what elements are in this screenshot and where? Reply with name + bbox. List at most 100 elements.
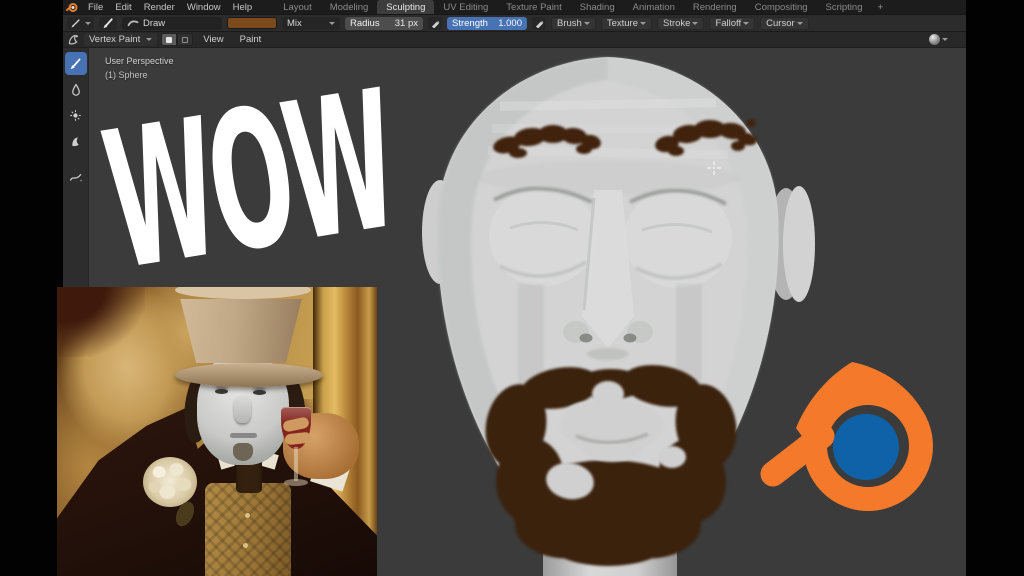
photo-mouth	[230, 433, 257, 438]
photo-vest	[205, 483, 291, 576]
tool-annotate-icon	[69, 171, 83, 183]
viewport-shading-dropdown[interactable]	[929, 34, 948, 45]
photo-top-hat	[175, 287, 323, 371]
strength-label: Strength	[452, 18, 488, 29]
menu-window[interactable]: Window	[181, 2, 227, 13]
strength-pressure-toggle[interactable]	[532, 17, 546, 30]
chevron-down-icon	[743, 22, 749, 25]
tab-texture-paint[interactable]: Texture Paint	[497, 0, 570, 14]
chevron-down-icon	[797, 22, 803, 25]
brush-stroke-icon	[127, 18, 139, 28]
tool-average-icon	[69, 109, 82, 122]
menu-help[interactable]: Help	[227, 2, 259, 13]
active-tool-button[interactable]	[67, 17, 94, 30]
texture-panel-label: Texture	[607, 18, 638, 29]
photo-boutonniere-flower	[143, 457, 197, 507]
strength-value: 1.000	[498, 18, 522, 29]
brush-color-swatch[interactable]	[227, 17, 277, 29]
tab-compositing[interactable]: Compositing	[746, 0, 817, 14]
brush-name-label: Draw	[143, 18, 165, 29]
stroke-panel-button[interactable]: Stroke	[657, 17, 704, 30]
brush-preview-button[interactable]	[99, 17, 117, 30]
tool-smear-button[interactable]	[65, 130, 87, 153]
tool-smear-icon	[69, 135, 82, 148]
menu-edit[interactable]: Edit	[109, 2, 137, 13]
brush-datablock-field[interactable]: Draw	[122, 17, 222, 30]
radius-label: Radius	[350, 18, 380, 29]
tab-sculpting[interactable]: Sculpting	[377, 0, 434, 14]
letterbox-right	[966, 0, 1024, 576]
blend-mode-label: Mix	[287, 18, 302, 29]
photo-hat-brim	[175, 363, 323, 387]
photo-eye-right	[253, 390, 266, 395]
photo-goatee	[233, 443, 253, 461]
tab-shading[interactable]: Shading	[571, 0, 624, 14]
menu-view[interactable]: View	[197, 34, 229, 45]
blender-logo-eye	[833, 414, 899, 480]
radius-value: 31 px	[395, 18, 418, 29]
pressure-icon	[535, 19, 544, 28]
texture-panel-button[interactable]: Texture	[601, 17, 652, 30]
tool-draw-button[interactable]	[65, 52, 87, 75]
falloff-panel-button[interactable]: Falloff	[709, 17, 755, 30]
chevron-down-icon	[146, 38, 152, 41]
overlay-object-label: (1) Sphere	[105, 68, 174, 82]
radius-slider[interactable]: Radius 31 px	[345, 17, 423, 30]
face-mask-toggle[interactable]	[161, 33, 177, 46]
tab-uv-editing[interactable]: UV Editing	[434, 0, 497, 14]
tool-annotate-button[interactable]	[65, 165, 87, 188]
screenshot-root: File Edit Render Window Help Layout Mode…	[0, 0, 1024, 576]
chevron-down-icon	[640, 22, 646, 25]
menu-file[interactable]: File	[82, 2, 109, 13]
falloff-panel-label: Falloff	[715, 18, 741, 29]
tool-average-button[interactable]	[65, 104, 87, 127]
photo-dark-corner	[57, 287, 145, 357]
main-menus: File Edit Render Window Help	[82, 2, 258, 13]
tool-blur-icon	[70, 83, 82, 96]
chevron-down-icon	[692, 22, 698, 25]
vertex-mask-toggle[interactable]	[177, 33, 193, 46]
tab-modeling[interactable]: Modeling	[321, 0, 378, 14]
mode-label: Vertex Paint	[89, 34, 140, 45]
wow-text: WOW	[92, 51, 407, 313]
photo-vest-button	[243, 543, 248, 548]
radius-pressure-toggle[interactable]	[428, 17, 442, 30]
vertex-paint-mode-icon	[67, 33, 80, 46]
tool-draw-icon	[69, 57, 82, 70]
photo-nose	[234, 395, 251, 423]
blend-mode-dropdown[interactable]: Mix	[282, 17, 340, 30]
tab-rendering[interactable]: Rendering	[684, 0, 746, 14]
brush-panel-label: Brush	[557, 18, 582, 29]
letterbox-left	[0, 0, 63, 576]
photo-vest-button	[245, 513, 250, 518]
paint-mask-icon	[166, 37, 172, 43]
photo-hat-crown	[175, 299, 307, 363]
stroke-panel-label: Stroke	[663, 18, 690, 29]
viewport-overlay-text: User Perspective (1) Sphere	[105, 54, 174, 82]
meme-photo-inset	[57, 287, 377, 576]
tab-add-workspace[interactable]: +	[871, 0, 889, 14]
strength-slider[interactable]: Strength 1.000	[447, 17, 527, 30]
cursor-panel-button[interactable]: Cursor	[760, 17, 809, 30]
blender-logo-watermark	[760, 356, 946, 516]
pressure-icon	[431, 19, 440, 28]
paint-mask-toggles	[161, 33, 193, 46]
photo-eye-left	[215, 389, 228, 394]
topbar: File Edit Render Window Help Layout Mode…	[63, 0, 966, 14]
blender-app-icon[interactable]	[66, 1, 78, 13]
menu-render[interactable]: Render	[138, 2, 181, 13]
photo-wine-glass-stem	[294, 447, 298, 481]
brush-panel-button[interactable]: Brush	[551, 17, 596, 30]
chevron-down-icon	[329, 22, 335, 25]
tab-animation[interactable]: Animation	[624, 0, 684, 14]
tab-scripting[interactable]: Scripting	[817, 0, 872, 14]
mode-selector-dropdown[interactable]: Vertex Paint	[84, 33, 157, 46]
tab-layout[interactable]: Layout	[274, 0, 321, 14]
view3d-header: Vertex Paint View Paint	[63, 31, 966, 48]
active-tool-icon	[70, 18, 81, 29]
tool-settings-bar: Draw Mix Radius 31 px Strength 1.000	[63, 14, 966, 31]
chevron-down-icon	[85, 22, 91, 25]
chevron-down-icon	[942, 38, 948, 41]
menu-paint[interactable]: Paint	[234, 34, 268, 45]
tool-blur-button[interactable]	[65, 78, 87, 101]
